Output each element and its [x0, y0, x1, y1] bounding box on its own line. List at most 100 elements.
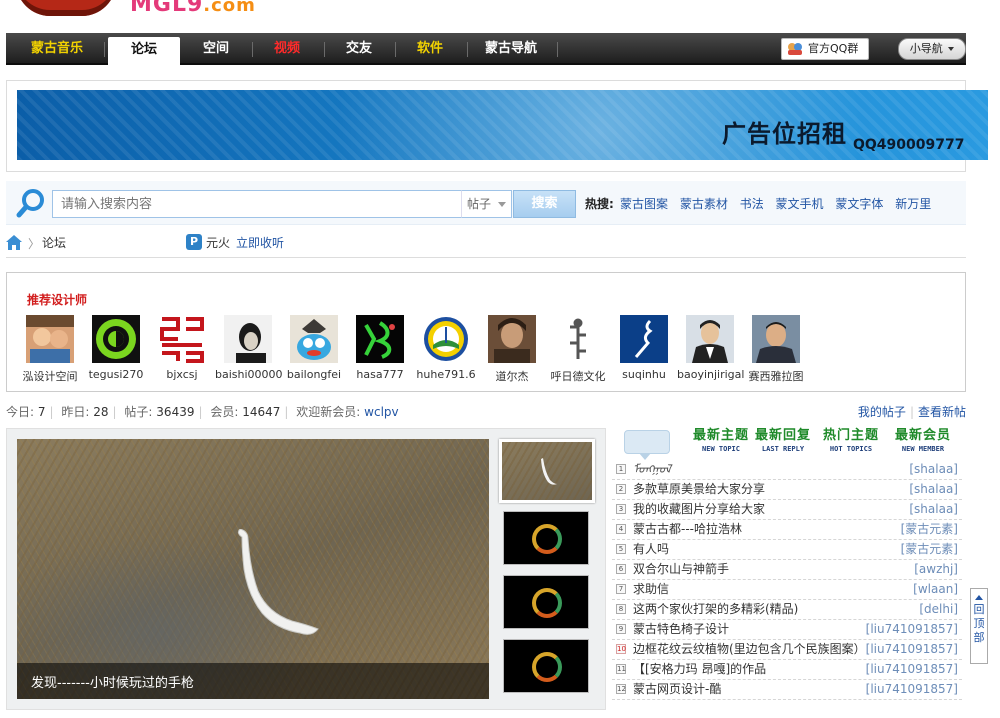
topic-author[interactable]: [liu741091857]	[866, 680, 958, 699]
search-button[interactable]: 搜索	[513, 190, 576, 218]
qq-group-button[interactable]: 官方QQ群	[781, 38, 869, 60]
topic-row[interactable]: 1 ᠮᠣᠩᠭᠣᠯ [shalaa]	[612, 460, 962, 480]
slide-thumbnail[interactable]	[503, 639, 589, 693]
yesterday-count: 28	[93, 405, 109, 419]
tab-last-reply[interactable]: 最新回复 LAST REPLY	[754, 428, 812, 458]
designer-name: bjxcsj	[166, 368, 198, 381]
topic-row[interactable]: 11 【[安格力玛 昂嘎]的作品 [liu741091857]	[612, 660, 962, 680]
today-label: 今日:	[6, 405, 35, 419]
topic-author[interactable]: [shalaa]	[909, 460, 958, 479]
topic-author[interactable]: [shalaa]	[909, 500, 958, 519]
breadcrumb-forum[interactable]: 论坛	[42, 234, 66, 251]
tab-new-member[interactable]: 最新会员 NEW MEMBER	[894, 428, 952, 458]
topic-title[interactable]: 蒙古特色椅子设计	[633, 620, 729, 639]
topic-author[interactable]: [蒙古元素]	[901, 540, 958, 559]
designer-item[interactable]: huhe791.6	[413, 315, 479, 381]
back-to-top-button[interactable]: 回顶部	[970, 588, 988, 664]
designer-name: 泓设计空间	[22, 370, 78, 383]
topic-author[interactable]: [delhi]	[919, 600, 958, 619]
topic-title[interactable]: 【[安格力玛 昂嘎]的作品	[633, 660, 766, 679]
nav-dating[interactable]: 交友	[328, 33, 390, 65]
designer-item[interactable]: hasa777	[347, 315, 413, 381]
designer-item[interactable]: 赛西雅拉图	[743, 315, 809, 384]
topic-title[interactable]: 求助信	[633, 580, 669, 599]
designer-item[interactable]: suqinhu	[611, 315, 677, 381]
designer-name: 赛西雅拉图	[748, 370, 804, 383]
topic-list: 1 ᠮᠣᠩᠭᠣᠯ [shalaa] 2 多款草原美景给大家分享 [shalaa] 3 我的…	[612, 460, 962, 700]
loading-icon	[532, 588, 562, 618]
nav-video[interactable]: 视频	[256, 33, 318, 65]
slide-thumbnail[interactable]	[499, 439, 595, 503]
hot-link[interactable]: 蒙文字体	[835, 197, 883, 211]
new-posts-link[interactable]: 查看新帖	[918, 405, 966, 419]
slide-thumbnail[interactable]	[503, 511, 589, 565]
topic-title[interactable]: 双合尔山与神箭手	[633, 560, 729, 579]
qq-group-label: 官方QQ群	[808, 42, 859, 55]
hot-link[interactable]: 书法	[740, 197, 764, 211]
designer-item[interactable]: tegusi270	[83, 315, 149, 381]
loading-icon	[532, 524, 562, 554]
hot-link[interactable]: 蒙文手机	[776, 197, 824, 211]
topic-author[interactable]: [shalaa]	[909, 480, 958, 499]
home-icon[interactable]	[6, 235, 22, 250]
nav-space[interactable]: 空间	[186, 33, 246, 65]
designer-item[interactable]: bailongfei	[281, 315, 347, 381]
topic-author[interactable]: [liu741091857]	[866, 660, 958, 679]
nav-software[interactable]: 软件	[399, 33, 461, 65]
nav-forum[interactable]: 论坛	[108, 37, 180, 67]
designer-item[interactable]: 泓设计空间	[17, 315, 83, 384]
designer-item[interactable]: 道尔杰	[479, 315, 545, 384]
stats-divider: |	[49, 405, 54, 419]
designer-item[interactable]: baishi00000	[215, 315, 283, 381]
topic-row[interactable]: 2 多款草原美景给大家分享 [shalaa]	[612, 480, 962, 500]
search-bar: 帖子 搜索 热搜: 蒙古图案 蒙古素材 书法 蒙文手机 蒙文字体 新万里	[6, 181, 966, 225]
new-member-link[interactable]: wclpv	[364, 405, 398, 419]
topic-title[interactable]: 我的收藏图片分享给大家	[633, 500, 765, 519]
designer-item[interactable]: 呼日德文化	[545, 315, 611, 384]
topic-row[interactable]: 9 蒙古特色椅子设计 [liu741091857]	[612, 620, 962, 640]
search-type-select[interactable]: 帖子	[461, 190, 512, 218]
mini-nav-button[interactable]: 小导航	[898, 38, 966, 60]
topic-row[interactable]: 12 蒙古网页设计-酷 [liu741091857]	[612, 680, 962, 700]
latest-topics-panel: 最新主题 NEW TOPIC 最新回复 LAST REPLY 热门主题 HOT …	[612, 428, 962, 710]
logo-mascot[interactable]	[16, 0, 116, 16]
topic-author[interactable]: [蒙古元素]	[901, 520, 958, 539]
topic-title[interactable]: 蒙古古都---哈拉浩林	[633, 520, 742, 539]
topic-row[interactable]: 10 边框花纹云纹植物(里边包含几个民族图案） [liu741091857]	[612, 640, 962, 660]
search-input[interactable]	[52, 190, 462, 218]
topic-title[interactable]: 蒙古网页设计-酷	[633, 680, 721, 699]
my-posts-link[interactable]: 我的帖子	[858, 405, 906, 419]
designer-item[interactable]: bjxcsj	[149, 315, 215, 381]
topic-author[interactable]: [liu741091857]	[866, 640, 958, 659]
topic-row[interactable]: 8 这两个家伙打架的多精彩(精品) [delhi]	[612, 600, 962, 620]
topic-title[interactable]: 多款草原美景给大家分享	[633, 480, 765, 499]
topic-row[interactable]: 3 我的收藏图片分享给大家 [shalaa]	[612, 500, 962, 520]
hot-link[interactable]: 新万里	[895, 197, 931, 211]
hot-link[interactable]: 蒙古素材	[680, 197, 728, 211]
topic-author[interactable]: [awzhj]	[914, 560, 958, 579]
topic-row[interactable]: 7 求助信 [wlaan]	[612, 580, 962, 600]
slide-main-image[interactable]: 发现-------小时候玩过的手枪	[17, 439, 489, 699]
site-logo[interactable]: MGL9.com	[130, 0, 256, 17]
topic-title[interactable]: ᠮᠣᠩᠭᠣᠯ	[633, 460, 672, 479]
nav-music[interactable]: 蒙古音乐	[16, 33, 98, 65]
tab-new-topic[interactable]: 最新主题 NEW TOPIC	[692, 428, 750, 458]
topic-author[interactable]: [liu741091857]	[866, 620, 958, 639]
banner-box: 广告位招租 QQ490009777	[6, 80, 988, 172]
topic-row[interactable]: 5 有人吗 [蒙古元素]	[612, 540, 962, 560]
nav-mongol-guide[interactable]: 蒙古导航	[471, 33, 551, 65]
tab-hot-topics[interactable]: 热门主题 HOT TOPICS	[822, 428, 880, 458]
slide-thumbnail[interactable]	[503, 575, 589, 629]
topic-author[interactable]: [wlaan]	[913, 580, 958, 599]
nav-divider	[467, 42, 468, 57]
loading-icon	[532, 652, 562, 682]
topic-title[interactable]: 边框花纹云纹植物(里边包含几个民族图案）	[633, 640, 866, 659]
topic-title[interactable]: 这两个家伙打架的多精彩(精品)	[633, 600, 798, 619]
designer-item[interactable]: baoyinjirigal	[677, 315, 744, 381]
banner-ad[interactable]: 广告位招租 QQ490009777	[17, 90, 988, 160]
hot-link[interactable]: 蒙古图案	[620, 197, 668, 211]
topic-title[interactable]: 有人吗	[633, 540, 669, 559]
topic-row[interactable]: 4 蒙古古都---哈拉浩林 [蒙古元素]	[612, 520, 962, 540]
topic-row[interactable]: 6 双合尔山与神箭手 [awzhj]	[612, 560, 962, 580]
radio-listen-link[interactable]: 立即收听	[236, 234, 284, 251]
